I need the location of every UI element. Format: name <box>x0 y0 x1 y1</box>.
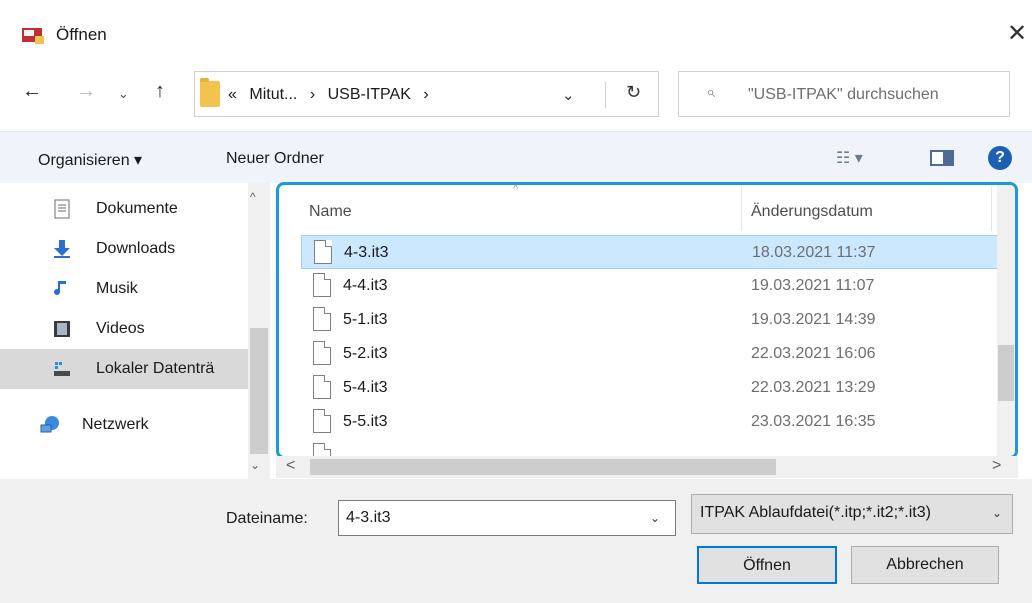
file-list-vertical-scrollbar[interactable] <box>997 185 1015 456</box>
file-date: 22.03.2021 16:06 <box>751 345 876 362</box>
file-date: 19.03.2021 14:39 <box>751 311 876 328</box>
file-date: 18.03.2021 11:37 <box>752 244 876 261</box>
command-toolbar <box>0 131 1032 183</box>
filetype-value: ITPAK Ablaufdatei(*.itp;*.it2;*.it3) <box>700 504 931 521</box>
view-options-icon[interactable]: ☷ ▾ <box>836 148 863 168</box>
sidebar-item-label: Videos <box>96 320 145 337</box>
column-divider[interactable] <box>741 187 742 231</box>
filetype-dropdown-icon[interactable]: ⌄ <box>992 506 1002 520</box>
file-icon <box>313 409 331 433</box>
filename-dropdown-icon[interactable]: ⌄ <box>650 511 660 525</box>
sidebar-scroll-down-icon[interactable]: ⌄ <box>250 458 260 472</box>
app-icon <box>22 28 44 44</box>
network-icon <box>40 416 59 433</box>
drive-icon <box>54 362 70 376</box>
breadcrumb-overflow[interactable]: « <box>228 86 237 103</box>
cancel-button[interactable]: Abbrechen <box>851 546 999 584</box>
sidebar-scroll-up-icon[interactable]: ^ <box>250 190 256 204</box>
sidebar-item-dokumente[interactable]: Dokumente <box>0 189 248 229</box>
search-placeholder: "USB-ITPAK" durchsuchen <box>748 86 939 103</box>
sidebar-item-label: Lokaler Datenträ <box>96 360 215 377</box>
file-name: 5-2.it3 <box>343 345 388 362</box>
file-list-vertical-scroll-thumb[interactable] <box>998 345 1014 401</box>
forward-button[interactable]: → <box>76 80 96 103</box>
sidebar-item-label: Netzwerk <box>82 416 149 433</box>
sidebar-item-label: Musik <box>96 280 138 297</box>
sidebar-item-netzwerk[interactable]: Netzwerk <box>0 405 248 445</box>
file-row[interactable]: 5-2.it3 22.03.2021 16:06 IT <box>301 337 1015 371</box>
file-icon <box>314 240 332 264</box>
sidebar-item-musik[interactable]: Musik <box>0 269 248 309</box>
file-date: 23.03.2021 16:35 <box>751 413 876 430</box>
file-date: 22.03.2021 13:29 <box>751 379 876 396</box>
sidebar-item-videos[interactable]: Videos <box>0 309 248 349</box>
file-row[interactable]: 4-3.it3 18.03.2021 11:37 IT <box>301 235 1015 269</box>
sidebar-item-downloads[interactable]: Downloads <box>0 229 248 269</box>
close-button[interactable]: ✕ <box>1002 14 1032 54</box>
address-dropdown-icon[interactable]: ⌄ <box>562 86 575 104</box>
new-folder-button[interactable]: Neuer Ordner <box>226 150 324 168</box>
file-row[interactable]: 4-4.it3 19.03.2021 11:07 IT <box>301 269 1015 303</box>
column-header-name[interactable]: Name <box>309 203 352 221</box>
window-title: Öffnen <box>56 25 107 44</box>
breadcrumb-item-usb-itpak[interactable]: USB-ITPAK <box>328 86 411 103</box>
file-name: 4-4.it3 <box>343 277 388 294</box>
file-name: 5-4.it3 <box>343 379 388 396</box>
column-divider[interactable] <box>991 187 992 231</box>
file-list-horizontal-scroll-thumb[interactable] <box>310 459 776 475</box>
sidebar-item-local-drive[interactable]: Lokaler Datenträ <box>0 349 248 389</box>
file-row[interactable]: 5-4.it3 22.03.2021 13:29 IT <box>301 371 1015 405</box>
filename-value: 4-3.it3 <box>346 509 391 526</box>
column-header-date[interactable]: Änderungsdatum <box>751 203 873 221</box>
breadcrumb[interactable]: « Mitut... › USB-ITPAK › <box>228 86 437 104</box>
filename-label: Dateiname: <box>226 510 308 527</box>
open-button[interactable]: Öffnen <box>697 546 837 584</box>
up-button[interactable]: ↑ <box>155 80 165 103</box>
folder-icon <box>200 78 220 107</box>
file-name: 5-5.it3 <box>343 413 388 430</box>
search-icon: ⌕ <box>706 84 715 101</box>
file-icon <box>313 307 331 331</box>
navigation-pane: Dokumente Downloads Musik Videos Lokaler… <box>0 183 270 479</box>
file-row[interactable]: 5-1.it3 19.03.2021 14:39 IT <box>301 303 1015 337</box>
organize-button[interactable]: Organisieren ▾ <box>38 150 142 170</box>
sort-ascending-icon: ^ <box>513 183 519 195</box>
file-row[interactable]: 5-5.it3 23.03.2021 16:35 IT <box>301 405 1015 439</box>
back-button[interactable]: ← <box>22 80 42 103</box>
recent-locations-button[interactable]: ⌄ <box>118 86 129 102</box>
file-icon <box>313 375 331 399</box>
sidebar-item-label: Dokumente <box>96 200 178 217</box>
file-date: 19.03.2021 11:07 <box>751 277 875 294</box>
file-icon <box>313 273 331 297</box>
scroll-right-icon[interactable]: > <box>992 457 1001 475</box>
music-icon <box>54 281 66 296</box>
sidebar-item-label: Downloads <box>96 240 176 257</box>
download-icon <box>54 240 70 258</box>
title-bar <box>0 0 1032 66</box>
file-name: 4-3.it3 <box>344 244 389 261</box>
document-icon <box>54 199 70 219</box>
sidebar-scroll-thumb[interactable] <box>250 328 268 454</box>
file-icon <box>313 341 331 365</box>
scroll-left-icon[interactable]: < <box>286 457 295 475</box>
breadcrumb-item-mitut[interactable]: Mitut... <box>249 86 297 103</box>
video-icon <box>54 321 70 337</box>
preview-pane-icon[interactable] <box>930 150 954 166</box>
help-icon[interactable]: ? <box>988 146 1012 170</box>
refresh-button[interactable]: ↻ <box>605 82 661 108</box>
breadcrumb-separator[interactable]: › <box>423 86 428 103</box>
file-name: 5-1.it3 <box>343 311 388 328</box>
file-list: ^ Name Änderungsdatum Ty 4-3.it3 18.03.2… <box>276 182 1018 459</box>
breadcrumb-separator[interactable]: › <box>310 86 315 103</box>
